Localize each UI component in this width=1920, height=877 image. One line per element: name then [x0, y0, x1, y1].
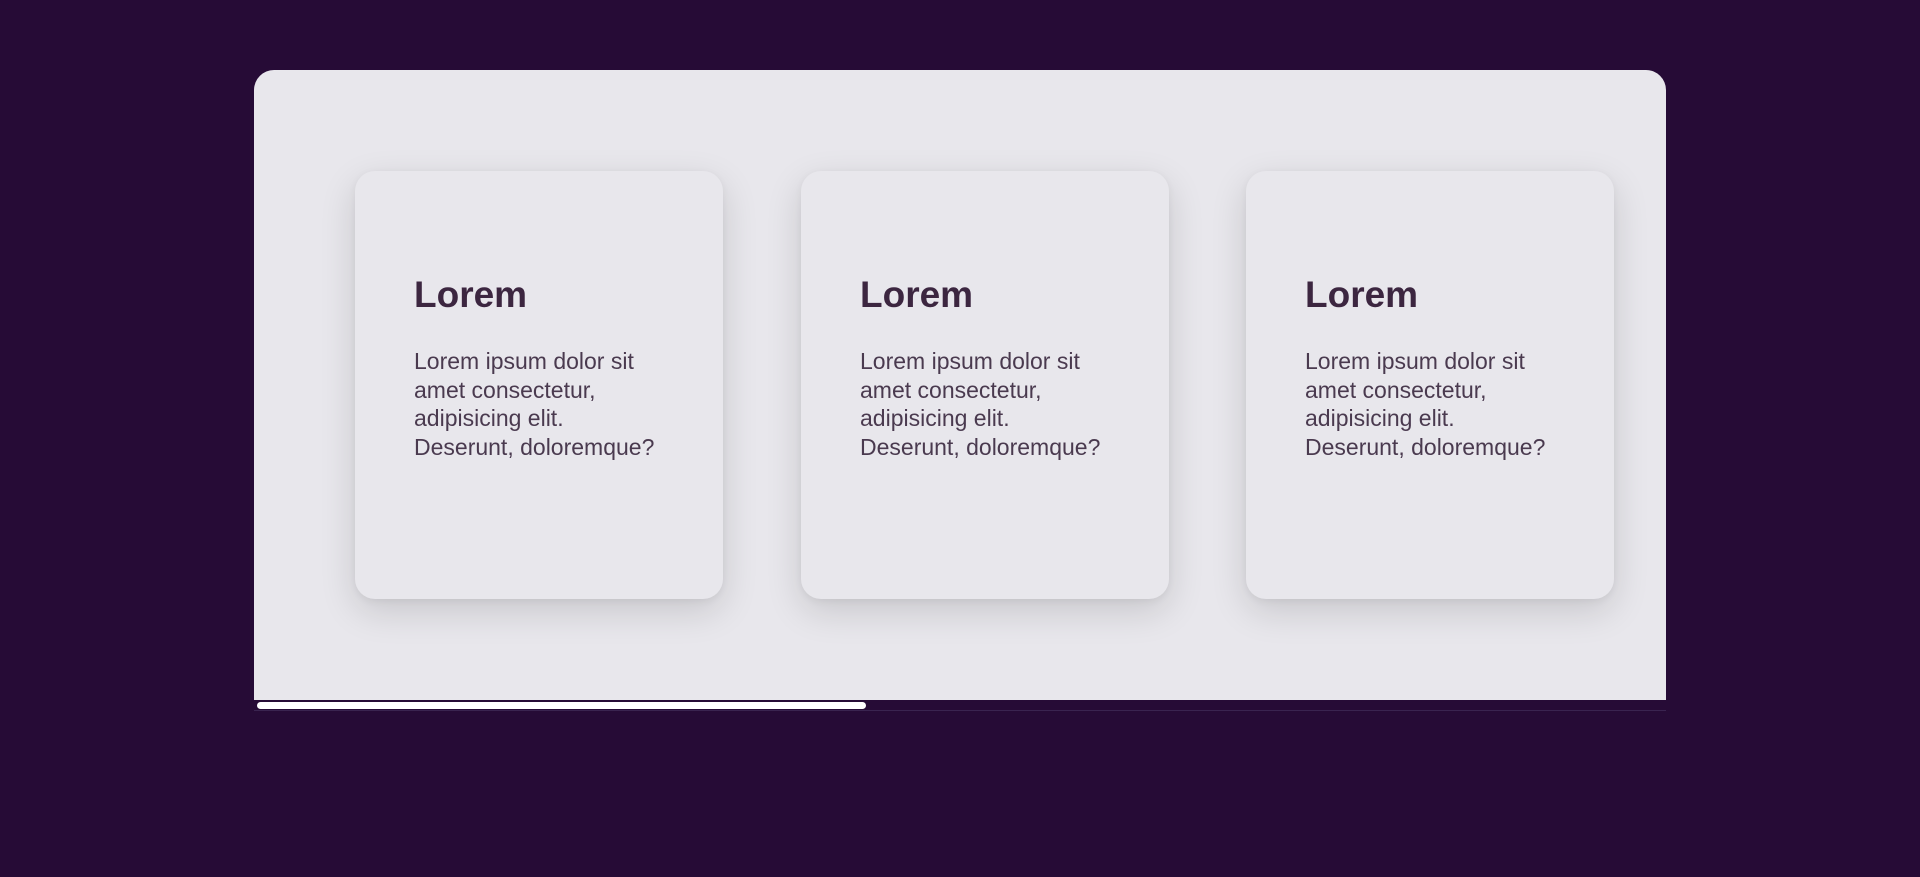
card: Lorem Lorem ipsum dolor sit amet consect…: [355, 171, 723, 599]
scrollbar-thumb[interactable]: [257, 702, 866, 709]
card: Lorem Lorem ipsum dolor sit amet consect…: [801, 171, 1169, 599]
card-text: Lorem ipsum dolor sit amet consectetur, …: [414, 348, 655, 460]
card-text: Lorem ipsum dolor sit amet consectetur, …: [1305, 348, 1546, 460]
scroll-container[interactable]: Lorem Lorem ipsum dolor sit amet consect…: [254, 70, 1666, 700]
card-title: Lorem: [860, 274, 974, 315]
card-row: Lorem Lorem ipsum dolor sit amet consect…: [254, 70, 1666, 700]
card-title: Lorem: [1305, 274, 1419, 315]
card-text: Lorem ipsum dolor sit amet consectetur, …: [860, 348, 1101, 460]
horizontal-scrollbar[interactable]: [254, 700, 1666, 711]
card-title: Lorem: [414, 274, 528, 315]
card: Lorem Lorem ipsum dolor sit amet consect…: [1246, 171, 1614, 599]
